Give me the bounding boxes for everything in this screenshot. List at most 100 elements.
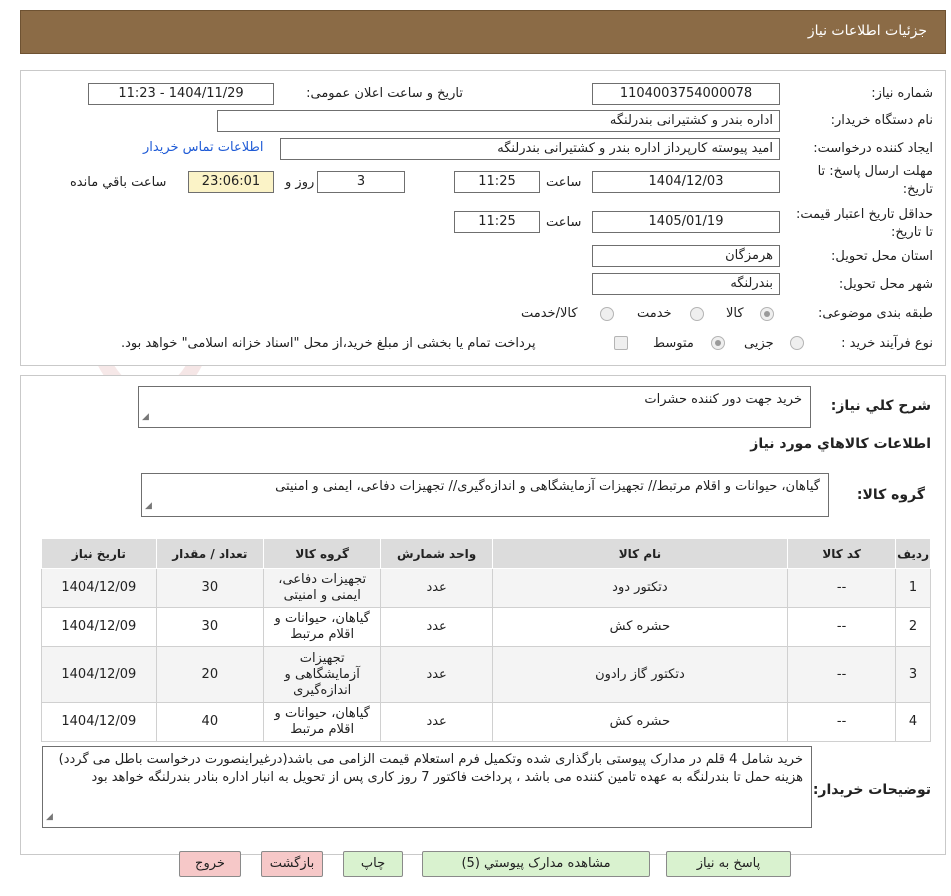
cell-goods-name: دتکتور دود	[491, 568, 789, 608]
description-text: خرید جهت دور کننده حشرات	[644, 392, 802, 407]
city-field: بندرلنگه	[592, 273, 780, 295]
cell-unit: عدد	[380, 646, 493, 703]
category-radio-goods-service[interactable]	[600, 307, 614, 321]
buyer-notes-text: خرید شامل 4 قلم در مدارک پیوستی بارگذاری…	[58, 752, 803, 785]
buyer-contact-link[interactable]: اطلاعات تماس خریدار	[143, 140, 263, 155]
province-field: هرمزگان	[592, 245, 780, 267]
treasury-payment-checkbox[interactable]	[614, 336, 628, 350]
col-header-need-date: تاریخ نیاز	[41, 538, 157, 569]
cell-goods-group: گیاهان، حیوانات و اقلام مرتبط	[262, 702, 382, 742]
exit-button[interactable]: خروج	[179, 851, 241, 877]
category-label: طبقه بندی موضوعی:	[817, 306, 933, 321]
resize-grip-icon[interactable]: ◢	[46, 808, 53, 826]
cell-goods-name: حشره کش	[491, 702, 789, 742]
goods-panel: شرح کلي نياز: خرید جهت دور کننده حشرات ◢…	[20, 375, 946, 855]
cell-need-date: 1404/12/09	[41, 568, 157, 608]
cell-goods-code: --	[787, 607, 897, 647]
price-validity-time-field: 11:25	[454, 211, 540, 233]
send-deadline-date-field: 1404/12/03	[592, 171, 780, 193]
col-header-goods-group: گروه کالا	[262, 538, 382, 569]
cell-need-date: 1404/12/09	[41, 702, 157, 742]
announce-field: 1404/11/29 - 11:23	[88, 83, 274, 105]
cell-goods-group: گیاهان، حیوانات و اقلام مرتبط	[262, 607, 382, 647]
cell-quantity: 20	[155, 646, 264, 703]
category-option-service: خدمت	[637, 306, 672, 321]
description-textarea[interactable]: خرید جهت دور کننده حشرات ◢	[138, 386, 811, 428]
province-label: استان محل تحویل:	[831, 249, 933, 264]
cell-row-number: 2	[895, 607, 931, 647]
cell-row-number: 1	[895, 568, 931, 608]
category-radio-service[interactable]	[690, 307, 704, 321]
category-option-goods: کالا	[726, 306, 744, 321]
cell-quantity: 30	[155, 568, 264, 608]
buyer-org-label: نام دستگاه خریدار:	[830, 113, 933, 128]
resize-grip-icon[interactable]: ◢	[145, 497, 152, 515]
cell-row-number: 3	[895, 646, 931, 703]
cell-goods-name: دتکتور گاز رادون	[491, 646, 789, 703]
col-header-quantity: تعداد / مقدار	[155, 538, 264, 569]
description-label: شرح کلي نياز:	[830, 398, 931, 414]
buyer-notes-label: توضیحات خریدار:	[812, 782, 931, 798]
cell-goods-code: --	[787, 646, 897, 703]
table-row: 2 -- حشره کش عدد گیاهان، حیوانات و اقلام…	[41, 607, 931, 647]
cell-goods-name: حشره کش	[491, 607, 789, 647]
goods-group-label: گروه کالا:	[856, 487, 925, 503]
goods-group-textarea[interactable]: گیاهان، حیوانات و اقلام مرتبط// تجهیزات …	[141, 473, 829, 517]
process-label: نوع فرآیند خرید :	[841, 336, 933, 351]
print-button[interactable]: چاپ	[343, 851, 403, 877]
process-radio-minor[interactable]	[790, 336, 804, 350]
price-validity-date-field: 1405/01/19	[592, 211, 780, 233]
need-number-field: 1104003754000078	[592, 83, 780, 105]
page-header: جزئیات اطلاعات نیاز	[20, 10, 946, 54]
cell-quantity: 30	[155, 607, 264, 647]
price-validity-time-label: ساعت	[546, 215, 582, 230]
cell-quantity: 40	[155, 702, 264, 742]
send-deadline-label: مهلت ارسال پاسخ: تا تاریخ:	[817, 164, 933, 197]
col-header-row-number: ردیف	[895, 538, 931, 569]
goods-table-header: ردیف کد کالا نام کالا واحد شمارش گروه کا…	[41, 538, 931, 569]
back-button[interactable]: بازگشت	[261, 851, 323, 877]
buyer-notes-textarea[interactable]: خرید شامل 4 قلم در مدارک پیوستی بارگذاری…	[42, 746, 812, 828]
process-option-medium: متوسط	[653, 336, 694, 351]
send-deadline-time-field: 11:25	[454, 171, 540, 193]
process-radio-medium[interactable]	[711, 336, 725, 350]
goods-group-text: گیاهان، حیوانات و اقلام مرتبط// تجهیزات …	[275, 479, 820, 494]
col-header-goods-code: کد کالا	[787, 538, 897, 569]
table-row: 1 -- دتکتور دود عدد تجهیزات دفاعی، ایمنی…	[41, 568, 931, 608]
price-validity-label: حداقل تاریخ اعتبار قیمت: تا تاریخ:	[795, 207, 933, 240]
goods-section-title: اطلاعات کالاهاي مورد نياز	[750, 436, 931, 452]
buyer-org-field: اداره بندر و کشتیرانی بندرلنگه	[217, 110, 780, 132]
cell-unit: عدد	[380, 607, 493, 647]
page-title: جزئیات اطلاعات نیاز	[807, 23, 927, 39]
days-count-field: 3	[317, 171, 405, 193]
cell-need-date: 1404/12/09	[41, 646, 157, 703]
cell-goods-group: تجهیزات دفاعی، ایمنی و امنیتی	[262, 568, 382, 608]
remaining-label: ساعت باقي مانده	[70, 175, 167, 190]
cell-goods-code: --	[787, 702, 897, 742]
cell-goods-code: --	[787, 568, 897, 608]
cell-goods-group: تجهیزات آزمایشگاهی و اندازه‌گیری	[262, 646, 382, 703]
days-label: روز و	[285, 175, 315, 190]
requester-field: امید پیوسته کارپرداز اداره بندر و کشتیرا…	[280, 138, 780, 160]
category-option-goods-service: کالا/خدمت	[521, 306, 578, 321]
process-option-minor: جزیی	[744, 336, 774, 351]
table-row: 4 -- حشره کش عدد گیاهان، حیوانات و اقلام…	[41, 702, 931, 742]
cell-unit: عدد	[380, 702, 493, 742]
category-radio-goods[interactable]	[760, 307, 774, 321]
treasury-payment-note: پرداخت تمام یا بخشی از مبلغ خرید،از محل …	[121, 336, 536, 351]
cell-unit: عدد	[380, 568, 493, 608]
requester-label: ایجاد کننده درخواست:	[813, 141, 933, 156]
cell-need-date: 1404/12/09	[41, 607, 157, 647]
announce-label: تاریخ و ساعت اعلان عمومی:	[306, 86, 463, 101]
reply-button[interactable]: پاسخ به نیاز	[666, 851, 791, 877]
col-header-unit: واحد شمارش	[380, 538, 493, 569]
goods-table: ردیف کد کالا نام کالا واحد شمارش گروه کا…	[41, 538, 931, 742]
remaining-time-field: 23:06:01	[188, 171, 274, 193]
resize-grip-icon[interactable]: ◢	[142, 408, 149, 426]
view-attachments-button[interactable]: مشاهده مدارک پیوستي (5)	[422, 851, 650, 877]
cell-row-number: 4	[895, 702, 931, 742]
col-header-goods-name: نام کالا	[491, 538, 789, 569]
send-deadline-time-label: ساعت	[546, 175, 582, 190]
need-number-label: شماره نیاز:	[871, 86, 933, 101]
table-row: 3 -- دتکتور گاز رادون عدد تجهیزات آزمایش…	[41, 646, 931, 703]
